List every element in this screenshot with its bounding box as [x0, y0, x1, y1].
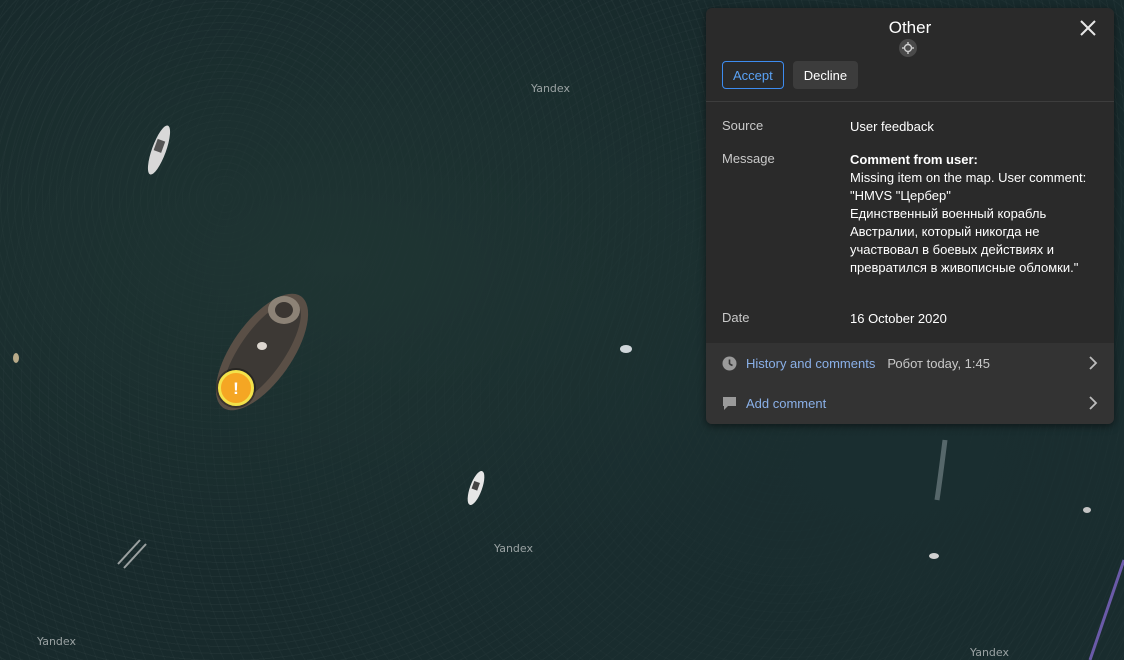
- boat-small-3: [1083, 507, 1091, 513]
- date-value: 16 October 2020: [850, 311, 947, 326]
- boat-wake: [934, 439, 948, 501]
- panel-footer: History and comments Робот today, 1:45 A…: [706, 343, 1114, 424]
- boat-top-left: [147, 125, 171, 175]
- panel-header: Other: [706, 8, 1114, 57]
- date-label: Date: [722, 310, 750, 325]
- message-line: превратился в живописные обломки.": [850, 260, 1079, 275]
- accept-button[interactable]: Accept: [722, 61, 784, 89]
- feedback-panel: Other Accept Decline Source User feedbac…: [706, 8, 1114, 424]
- warning-marker-icon[interactable]: !: [218, 370, 254, 406]
- boat-bottom-left: [117, 539, 147, 569]
- message-line: Missing item on the map. User comment:: [850, 170, 1087, 185]
- locate-icon[interactable]: [899, 39, 917, 57]
- source-label: Source: [722, 118, 764, 133]
- source-value: User feedback: [850, 119, 934, 134]
- map-watermark: Yandex: [37, 635, 76, 648]
- boat-small: [620, 345, 632, 353]
- chevron-right-icon: [1088, 355, 1098, 374]
- message-value: Comment from user: Missing item on the m…: [850, 151, 1100, 277]
- message-line: участвовал в боевых действиях и: [850, 242, 1055, 257]
- clock-icon: [722, 355, 738, 371]
- comment-icon: [722, 395, 738, 411]
- chevron-right-icon: [1088, 395, 1098, 414]
- message-label: Message: [722, 151, 775, 166]
- map-watermark: Yandex: [531, 82, 570, 95]
- message-line: "HMVS "Цербер": [850, 188, 951, 203]
- history-meta: Робот today, 1:45: [887, 355, 990, 371]
- add-comment-link[interactable]: Add comment: [722, 383, 1098, 423]
- add-comment-label: Add comment: [746, 395, 827, 411]
- map-watermark: Yandex: [494, 542, 533, 555]
- message-line: Австралии, который никогда не: [850, 224, 1040, 239]
- history-comments-link[interactable]: History and comments Робот today, 1:45: [722, 343, 1098, 383]
- boat-small-2: [929, 553, 939, 559]
- history-label: History and comments: [746, 355, 876, 371]
- shipwreck: [215, 293, 309, 411]
- action-buttons: Accept Decline: [722, 61, 859, 89]
- route-line: [1088, 559, 1124, 660]
- decline-button[interactable]: Decline: [792, 61, 859, 89]
- panel-title: Other: [888, 18, 932, 37]
- close-icon[interactable]: [1078, 18, 1098, 38]
- buoy: [13, 353, 19, 363]
- boat-center: [467, 470, 485, 506]
- message-heading: Comment from user:: [850, 152, 978, 167]
- map-watermark: Yandex: [970, 646, 1009, 659]
- divider: [706, 101, 1114, 102]
- message-line: Единственный военный корабль: [850, 206, 1047, 221]
